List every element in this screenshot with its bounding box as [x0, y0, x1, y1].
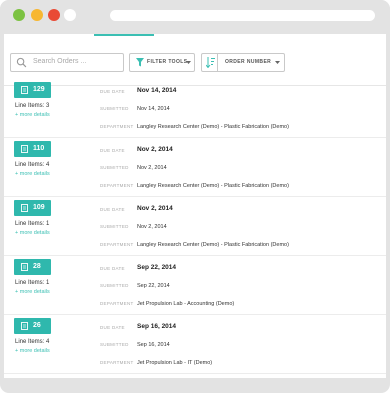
submitted-value: Nov 2, 2014 — [137, 224, 167, 230]
more-details-link[interactable]: + more details — [15, 289, 50, 295]
due-date-label: DUE DATE — [100, 207, 125, 212]
filter-tools-button[interactable]: FILTER TOOLS — [129, 53, 195, 72]
submitted-label: SUBMITTED — [100, 283, 129, 288]
search-placeholder: Search Orders ... — [33, 58, 87, 65]
due-date-label: DUE DATE — [100, 89, 125, 94]
page-content: Search Orders ... FILTER TOOLS ORDER NUM… — [4, 34, 386, 378]
order-number-button[interactable]: 109 — [14, 200, 51, 216]
submitted-value: Sep 16, 2014 — [137, 342, 170, 348]
sort-icon — [206, 57, 215, 68]
filter-icon — [136, 58, 144, 67]
order-number: 28 — [33, 263, 41, 270]
order-row: 28 Line Items: 1 + more details DUE DATE… — [4, 256, 386, 315]
due-date-value: Nov 14, 2014 — [137, 87, 177, 94]
more-details-link[interactable]: + more details — [15, 230, 50, 236]
submitted-label: SUBMITTED — [100, 165, 129, 170]
order-number: 110 — [33, 145, 45, 152]
department-value: Langley Research Center (Demo) - Plastic… — [137, 183, 289, 189]
browser-window: Search Orders ... FILTER TOOLS ORDER NUM… — [0, 0, 390, 393]
department-label: DEPARTMENT — [100, 301, 134, 306]
order-row: 109 Line Items: 1 + more details DUE DAT… — [4, 197, 386, 256]
department-value: Jet Propulsion Lab - Accounting (Demo) — [137, 301, 235, 307]
chevron-down-icon — [186, 61, 191, 64]
document-icon — [21, 263, 28, 271]
more-details-link[interactable]: + more details — [15, 171, 50, 177]
department-label: DEPARTMENT — [100, 242, 134, 247]
search-icon — [16, 57, 27, 68]
submitted-value: Nov 14, 2014 — [137, 106, 170, 112]
order-number: 129 — [33, 86, 45, 93]
department-value: Jet Propulsion Lab - IT (Demo) — [137, 360, 213, 366]
document-icon — [21, 86, 28, 94]
due-date-label: DUE DATE — [100, 325, 125, 330]
close-dot[interactable] — [48, 9, 60, 21]
line-items-count: Line Items: 3 — [15, 103, 50, 109]
due-date-label: DUE DATE — [100, 148, 125, 153]
due-date-value: Sep 16, 2014 — [137, 323, 177, 330]
document-icon — [21, 145, 28, 153]
order-row: 26 Line Items: 4 + more details DUE DATE… — [4, 315, 386, 374]
search-input[interactable]: Search Orders ... — [10, 53, 124, 72]
document-icon — [21, 322, 28, 330]
sort-order-label: ORDER NUMBER — [225, 59, 272, 65]
order-number-button[interactable]: 129 — [14, 82, 51, 98]
maximize-dot[interactable] — [13, 9, 25, 21]
department-label: DEPARTMENT — [100, 124, 134, 129]
line-items-count: Line Items: 4 — [15, 339, 50, 345]
filter-tools-label: FILTER TOOLS — [147, 59, 188, 65]
due-date-label: DUE DATE — [100, 266, 125, 271]
order-number: 109 — [33, 204, 45, 211]
department-label: DEPARTMENT — [100, 183, 134, 188]
document-icon — [21, 204, 28, 212]
submitted-value: Sep 22, 2014 — [137, 283, 170, 289]
due-date-value: Nov 2, 2014 — [137, 205, 173, 212]
due-date-value: Nov 2, 2014 — [137, 146, 173, 153]
minimize-dot[interactable] — [31, 9, 43, 21]
order-number-button[interactable]: 26 — [14, 318, 51, 334]
order-number-button[interactable]: 110 — [14, 141, 51, 157]
more-details-link[interactable]: + more details — [15, 348, 50, 354]
line-items-count: Line Items: 1 — [15, 221, 50, 227]
line-items-count: Line Items: 4 — [15, 162, 50, 168]
line-items-count: Line Items: 1 — [15, 280, 50, 286]
sort-direction-toggle[interactable] — [202, 54, 218, 71]
submitted-label: SUBMITTED — [100, 224, 129, 229]
order-row: 110 Line Items: 4 + more details DUE DAT… — [4, 138, 386, 197]
department-value: Langley Research Center (Demo) - Plastic… — [137, 242, 289, 248]
department-value: Langley Research Center (Demo) - Plastic… — [137, 124, 289, 130]
sort-order-button[interactable]: ORDER NUMBER — [201, 53, 285, 72]
more-details-link[interactable]: + more details — [15, 112, 50, 118]
order-number-button[interactable]: 28 — [14, 259, 51, 275]
order-row: 129 Line Items: 3 + more details DUE DAT… — [4, 79, 386, 138]
submitted-label: SUBMITTED — [100, 342, 129, 347]
title-bar — [0, 0, 390, 34]
orders-list: 129 Line Items: 3 + more details DUE DAT… — [4, 79, 386, 374]
order-number: 26 — [33, 322, 41, 329]
address-bar[interactable] — [110, 10, 375, 21]
department-label: DEPARTMENT — [100, 360, 134, 365]
due-date-value: Sep 22, 2014 — [137, 264, 177, 271]
extra-dot — [64, 9, 76, 21]
chevron-down-icon — [275, 61, 280, 64]
submitted-label: SUBMITTED — [100, 106, 129, 111]
submitted-value: Nov 2, 2014 — [137, 165, 167, 171]
